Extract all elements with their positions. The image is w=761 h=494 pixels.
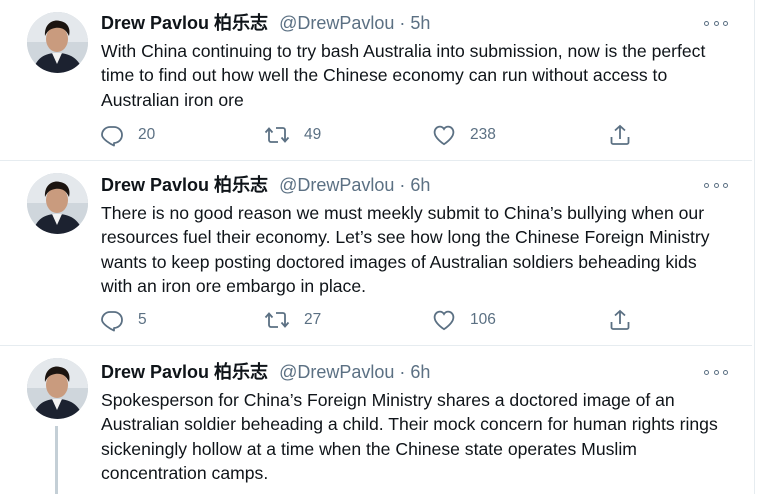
avatar[interactable] (27, 173, 88, 234)
more-options-icon[interactable] (704, 13, 728, 33)
share-button[interactable] (608, 122, 646, 148)
author-name[interactable]: Drew Pavlou 柏乐志 (101, 13, 268, 33)
reply-count: 5 (138, 311, 147, 328)
like-icon (433, 310, 455, 331)
avatar[interactable] (27, 12, 88, 73)
reply-button[interactable]: 5 (100, 307, 147, 333)
retweet-button[interactable]: 49 (264, 122, 321, 148)
share-icon (610, 124, 630, 145)
thread-connector-line (55, 426, 58, 494)
tweet-text: With China continuing to try bash Austra… (101, 41, 706, 110)
reply-button[interactable]: 20 (100, 122, 155, 148)
more-options-icon[interactable] (704, 362, 728, 382)
avatar[interactable] (27, 358, 88, 419)
tweet-2[interactable]: Drew Pavlou 柏乐志 @DrewPavlou · 6h There i… (0, 161, 752, 346)
author-handle[interactable]: @DrewPavlou (279, 362, 394, 382)
tweet-text: Spokesperson for China’s Foreign Ministr… (101, 390, 718, 484)
author-name[interactable]: Drew Pavlou 柏乐志 (101, 362, 268, 382)
more-options-icon[interactable] (704, 175, 728, 195)
author-handle[interactable]: @DrewPavlou (279, 13, 394, 33)
tweet-header: Drew Pavlou 柏乐志 @DrewPavlou · 5h (101, 12, 430, 34)
like-button[interactable]: 238 (432, 122, 496, 148)
tweet-text: There is no good reason we must meekly s… (101, 203, 710, 297)
tweet-actions: 20 49 238 (100, 122, 640, 148)
reply-count: 20 (138, 126, 156, 143)
reply-icon (101, 126, 123, 147)
separator: · (399, 175, 406, 195)
separator: · (399, 13, 406, 33)
tweet-header: Drew Pavlou 柏乐志 @DrewPavlou · 6h (101, 174, 430, 196)
tweet-feed: Drew Pavlou 柏乐志 @DrewPavlou · 5h With Ch… (0, 0, 761, 494)
like-count: 238 (470, 126, 496, 143)
separator: · (399, 362, 406, 382)
retweet-button[interactable]: 27 (264, 307, 321, 333)
timestamp[interactable]: 6h (410, 175, 430, 195)
timestamp[interactable]: 6h (410, 362, 430, 382)
tweet-1[interactable]: Drew Pavlou 柏乐志 @DrewPavlou · 5h With Ch… (0, 0, 752, 161)
retweet-count: 49 (304, 126, 322, 143)
retweet-count: 27 (304, 311, 322, 328)
author-name[interactable]: Drew Pavlou 柏乐志 (101, 175, 268, 195)
like-button[interactable]: 106 (432, 307, 496, 333)
share-icon (610, 309, 630, 330)
like-icon (433, 125, 455, 146)
tweet-3[interactable]: Drew Pavlou 柏乐志 @DrewPavlou · 6h Spokesp… (0, 346, 752, 494)
author-handle[interactable]: @DrewPavlou (279, 175, 394, 195)
reply-icon (101, 311, 123, 332)
timestamp[interactable]: 5h (410, 13, 430, 33)
like-count: 106 (470, 311, 496, 328)
feed-border (754, 0, 755, 494)
tweet-header: Drew Pavlou 柏乐志 @DrewPavlou · 6h (101, 361, 430, 383)
share-button[interactable] (608, 307, 646, 333)
tweet-actions: 5 27 106 (100, 307, 640, 333)
retweet-icon (264, 312, 290, 328)
retweet-icon (264, 127, 290, 143)
